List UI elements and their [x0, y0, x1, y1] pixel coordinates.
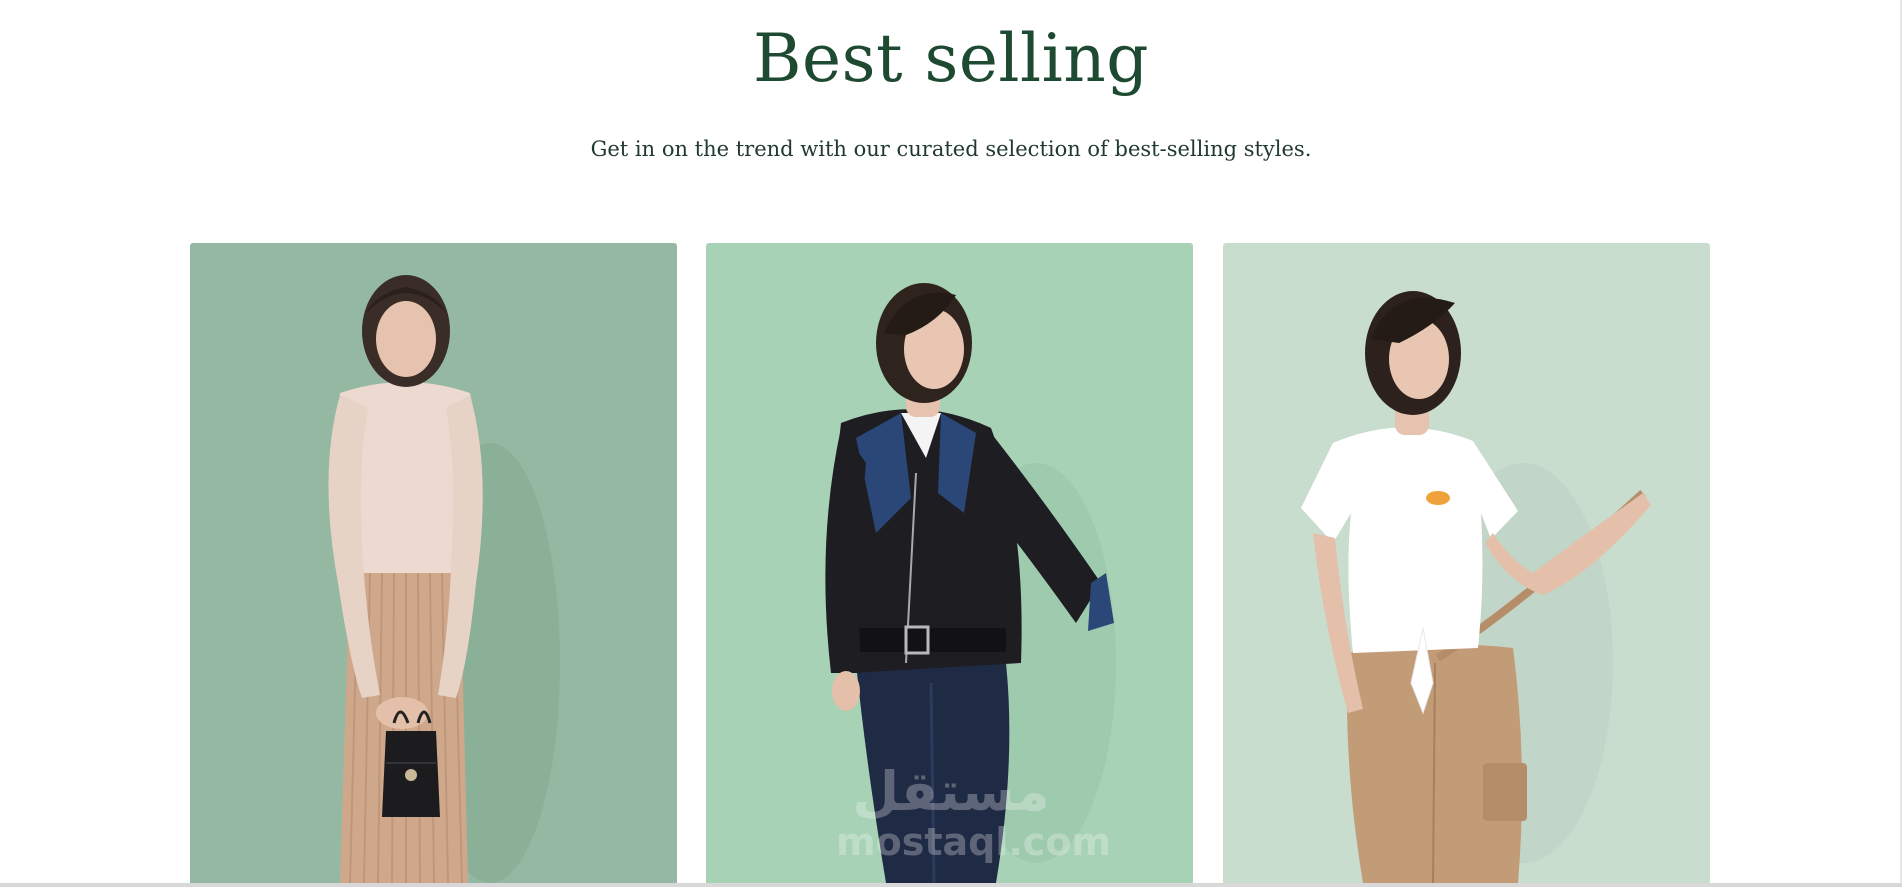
section-subtitle: Get in on the trend with our curated sel… [590, 137, 1312, 161]
product-image-turtleneck[interactable] [190, 243, 677, 883]
product-card[interactable] [1223, 243, 1710, 883]
horizontal-scrollbar[interactable] [0, 883, 1902, 887]
product-card[interactable] [706, 243, 1193, 883]
page: Best selling Get in on the trend with ou… [0, 0, 1902, 887]
product-grid [190, 243, 1710, 883]
section-title: Best selling [753, 20, 1149, 97]
product-image-leather-jacket[interactable] [706, 243, 1193, 883]
product-card[interactable] [190, 243, 677, 883]
product-image-white-tee[interactable] [1223, 243, 1710, 883]
